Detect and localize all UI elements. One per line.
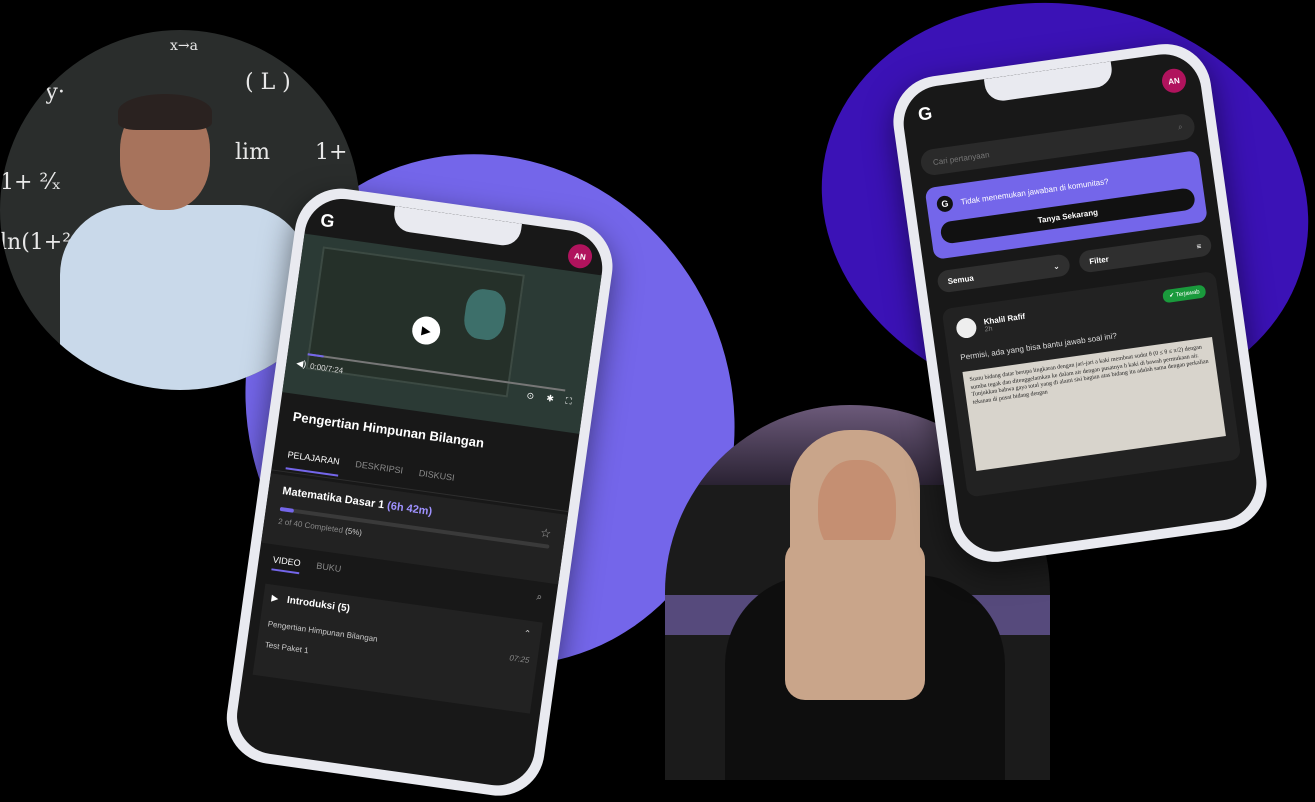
question-image[interactable]: Suatu bidang datar berupa lingkaran deng… bbox=[962, 336, 1226, 472]
community-phone: G AN Cari pertanyaan ⌕ G Tidak menemukan… bbox=[887, 38, 1273, 568]
tab-pelajaran[interactable]: PELAJARAN bbox=[285, 441, 342, 477]
section-title-text: Introduksi (5) bbox=[286, 594, 351, 615]
tab-deskripsi[interactable]: DESKRIPSI bbox=[353, 451, 405, 487]
search-icon[interactable]: ⌕ bbox=[536, 592, 543, 604]
chevron-down-icon: ⌄ bbox=[1052, 261, 1061, 271]
course-progress-count: 2 of 40 Completed bbox=[277, 516, 344, 535]
question-card[interactable]: Khalil Rafif 2h ✔ Terjawab Permisi, ada … bbox=[941, 270, 1242, 498]
course-name: Matematika Dasar 1 bbox=[281, 485, 386, 512]
tab-buku[interactable]: BUKU bbox=[315, 561, 342, 580]
list-item[interactable]: Test Paket 1 bbox=[264, 640, 527, 686]
avatar[interactable]: AN bbox=[1160, 67, 1188, 95]
tab-video[interactable]: VIDEO bbox=[271, 554, 302, 575]
community-screen: G AN Cari pertanyaan ⌕ G Tidak menemukan… bbox=[898, 49, 1262, 557]
filter-button[interactable]: Filter ≡ bbox=[1077, 233, 1213, 274]
search-icon[interactable]: ⌕ bbox=[1177, 122, 1183, 133]
logo[interactable]: G bbox=[319, 210, 336, 233]
filter-icon: ≡ bbox=[1195, 241, 1202, 251]
phone-notch bbox=[983, 61, 1115, 103]
avatar[interactable]: AN bbox=[566, 242, 594, 270]
phone-notch bbox=[391, 205, 522, 248]
course-progress-percent: (5%) bbox=[344, 526, 363, 538]
video-player[interactable]: ▶ 0:00/7:24 ◀) ⊙ ✱ ⛶ bbox=[282, 233, 602, 434]
category-dropdown[interactable]: Semua ⌄ bbox=[936, 253, 1072, 294]
list-item-label: Pengertian Himpunan Bilangan bbox=[267, 619, 379, 644]
volume-icon[interactable]: ◀) bbox=[296, 358, 307, 370]
presenter-scarf bbox=[785, 540, 925, 700]
play-small-icon[interactable]: ⊙ bbox=[526, 390, 535, 402]
tab-diskusi[interactable]: DISKUSI bbox=[416, 460, 456, 495]
status-badge-label: Terjawab bbox=[1175, 289, 1201, 299]
settings-icon[interactable]: ✱ bbox=[546, 393, 555, 405]
course-progress-fill bbox=[279, 506, 294, 513]
user-avatar bbox=[955, 316, 978, 340]
list-item-time: 07:25 bbox=[508, 653, 530, 666]
play-triangle-icon: ▶ bbox=[270, 592, 280, 604]
course-duration: (6h 42m) bbox=[386, 499, 433, 519]
filter-button-label: Filter bbox=[1088, 254, 1110, 266]
course-screen: G AN ▶ 0:00/7:24 ◀) ⊙ ✱ ⛶ Pengertian Him… bbox=[232, 194, 608, 791]
logo-icon: G bbox=[935, 194, 954, 213]
fullscreen-icon[interactable]: ⛶ bbox=[565, 396, 573, 408]
section-introduksi[interactable]: ▶ Introduksi (5) ⌃ Pengertian Himpunan B… bbox=[252, 583, 543, 714]
category-dropdown-label: Semua bbox=[947, 273, 975, 286]
logo[interactable]: G bbox=[917, 103, 934, 126]
star-icon[interactable]: ☆ bbox=[539, 525, 552, 540]
search-placeholder: Cari pertanyaan bbox=[932, 149, 990, 167]
chevron-up-icon[interactable]: ⌃ bbox=[523, 628, 532, 640]
